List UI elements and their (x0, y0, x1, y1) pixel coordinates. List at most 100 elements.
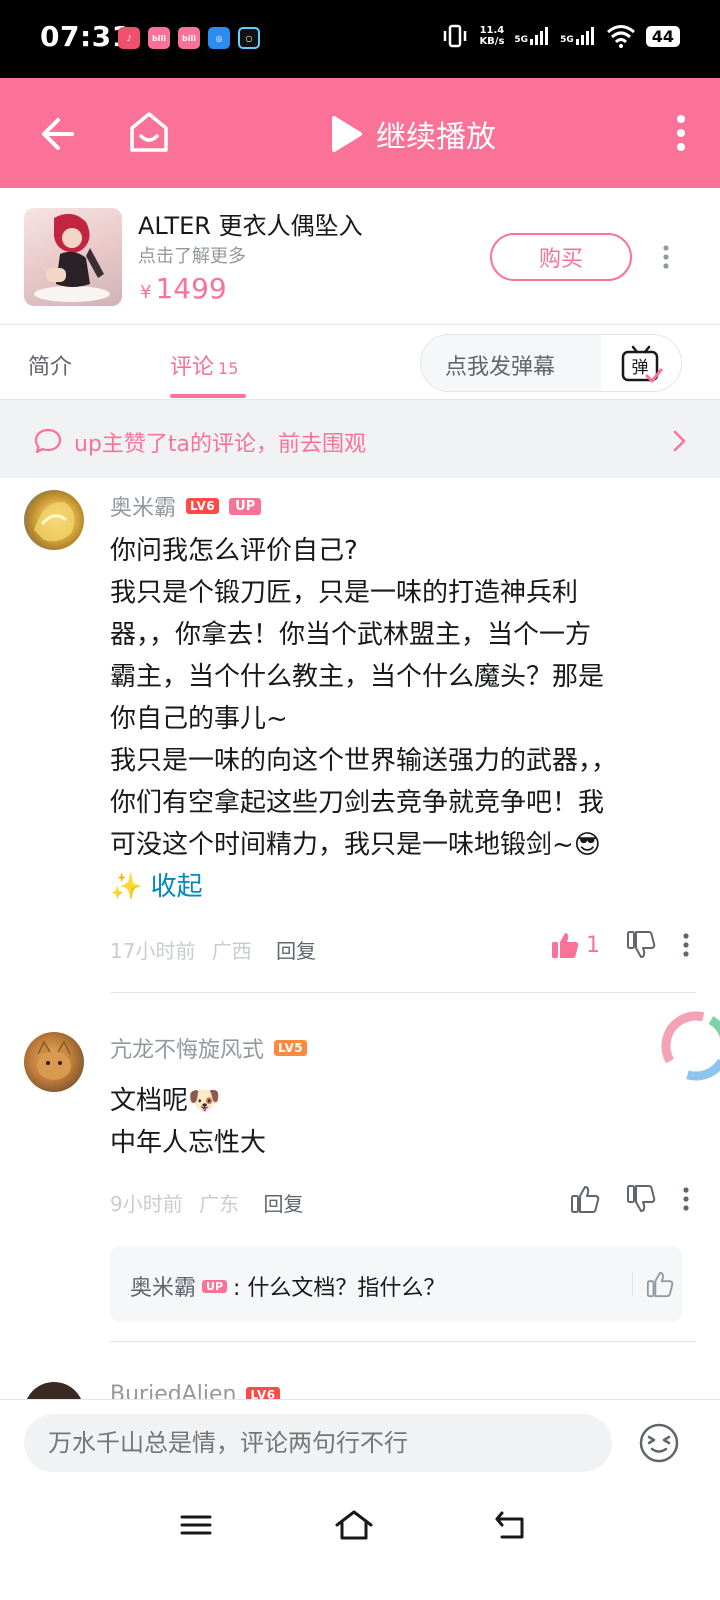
avatar-image (34, 501, 75, 542)
danmaku-input[interactable]: 点我发弹幕 弹 (420, 334, 682, 392)
comment-input-bar (0, 1399, 720, 1487)
sub-reply-text: : 什么文档？指什么？ (233, 1276, 446, 1301)
comment-divider (110, 992, 696, 993)
product-subtitle: 点击了解更多 (138, 246, 246, 267)
product-title[interactable]: ALTER 更衣人偶坠入 (138, 206, 363, 241)
nav-back-icon[interactable] (494, 1509, 526, 1541)
comment-more-icon[interactable] (682, 1186, 690, 1212)
danmaku-placeholder: 点我发弹幕 (445, 355, 556, 380)
thumbs-up-icon[interactable] (570, 1184, 600, 1214)
buy-button[interactable]: 购买 (490, 233, 632, 281)
comment-divider (110, 1341, 696, 1342)
comment-username[interactable]: BuriedAlien LV6 (110, 1382, 280, 1399)
back-arrow-icon[interactable] (36, 114, 76, 154)
battery-indicator: 44 (645, 25, 680, 47)
more-vertical-icon[interactable] (676, 114, 686, 152)
avatar-image (37, 1040, 71, 1080)
comment-item: 亢龙不悔旋风式 LV5 文档呢🐶 中年人忘性大 9小时前 广东 回复 奥米霸 U… (0, 1020, 720, 1342)
wifi-icon (606, 25, 635, 48)
avatar[interactable] (24, 1382, 84, 1399)
comment-username[interactable]: 奥米霸 LV6 UP (110, 490, 262, 522)
system-nav-bar (0, 1487, 720, 1600)
status-indicators: 11.4 KB/s 5G 5G 44 (441, 22, 680, 50)
thumbs-down-icon[interactable] (626, 930, 656, 960)
comment-line: 我只是一味的向这个世界输送强力的武器，， (110, 746, 618, 776)
comment-text[interactable]: 文档呢🐶 中年人忘性大 (110, 1080, 690, 1164)
collapse-link[interactable]: 收起 (151, 872, 203, 902)
comment-line: 可没这个时间精力，我只是一味地锻剑~😎 (110, 830, 601, 860)
sub-reply-thumbs-up-icon[interactable] (646, 1270, 674, 1298)
comment-text[interactable]: 你问我怎么评价自己? 我只是个锻刀匠，只是一味的打造神兵利 器，，你拿去！你当个… (110, 530, 690, 908)
comment-more-icon[interactable] (682, 932, 690, 958)
menu-icon[interactable] (180, 1509, 212, 1541)
level-badge: LV5 (274, 1040, 308, 1056)
sub-reply[interactable]: 奥米霸 UP : 什么文档？指什么？ (110, 1246, 682, 1322)
username-text: 奥米霸 (110, 496, 177, 521)
sub-reply-username[interactable]: 奥米霸 (130, 1270, 196, 1302)
price-value: 1499 (155, 272, 227, 305)
currency-symbol: ¥ (140, 282, 152, 303)
floating-loading-ring-icon[interactable] (656, 1006, 720, 1086)
signal-bars-icon-2 (575, 27, 594, 45)
bilibili-app-icon: bili (148, 27, 170, 49)
signal-1-label: 5G (514, 35, 529, 45)
comment-time: 9小时前 (110, 1192, 183, 1216)
danmaku-toggle-button[interactable]: 弹 (601, 335, 681, 391)
comment-line: 你们有空拿起这些刀剑去竞争就竞争吧！我 (110, 788, 605, 818)
status-bar: 07:31 ♪ bili bili ◎ ○ 11.4 KB/s 5G 5G 44 (0, 0, 720, 78)
comment-item: 奥米霸 LV6 UP 你问我怎么评价自己? 我只是个锻刀匠，只是一味的打造神兵利… (0, 478, 720, 993)
bilibili-app-icon-2: bili (178, 27, 200, 49)
net-speed-value: 11.4 (479, 25, 505, 36)
sub-reply-content: 奥米霸 UP : 什么文档？指什么？ (130, 1270, 445, 1302)
comment-actions (570, 1184, 690, 1214)
comment-last-line: ✨ 收起 (110, 866, 690, 908)
comments-count: 15 (218, 359, 239, 378)
level-badge: LV6 (246, 1386, 280, 1399)
video-top-bar: 继续播放 (0, 78, 720, 188)
chat-bubble-icon (34, 428, 62, 454)
like-button[interactable]: 1 (550, 930, 600, 960)
username-text: 亢龙不悔旋风式 (110, 1038, 265, 1063)
comment-line: 霸主，当个什么教主，当个什么魔头？那是 (110, 662, 605, 692)
comment-location: 广东 (199, 1192, 240, 1216)
emoji-icon[interactable] (638, 1422, 680, 1464)
vibrate-icon (444, 24, 467, 48)
continue-play-button[interactable]: 继续播放 (330, 112, 496, 156)
product-more-icon[interactable] (658, 244, 674, 270)
comment-item: BuriedAlien LV6 (0, 1370, 720, 1399)
thumbs-down-icon[interactable] (626, 1184, 656, 1214)
comment-actions: 1 (550, 930, 690, 960)
play-icon (332, 116, 362, 152)
net-speed: 11.4 KB/s (479, 25, 504, 47)
comment-meta: 9小时前 广东 回复 (110, 1188, 303, 1217)
up-liked-notice[interactable]: up主赞了ta的评论，前去围观 (0, 400, 720, 478)
reply-button[interactable]: 回复 (276, 939, 316, 963)
reply-button[interactable]: 回复 (263, 1192, 303, 1216)
comment-username[interactable]: 亢龙不悔旋风式 LV5 (110, 1032, 308, 1064)
sparkle-emoji: ✨ (110, 872, 143, 902)
tab-intro[interactable]: 简介 (28, 349, 72, 381)
comment-input[interactable] (24, 1414, 612, 1472)
home-icon[interactable] (128, 110, 170, 154)
avatar[interactable] (24, 1032, 84, 1092)
avatar[interactable] (24, 490, 84, 550)
browser-app-icon: ◎ (208, 27, 230, 49)
status-app-icons: ♪ bili bili ◎ ○ (118, 27, 260, 49)
username-text: BuriedAlien (110, 1382, 237, 1399)
up-badge: UP (202, 1279, 228, 1293)
product-card[interactable]: ALTER 更衣人偶坠入 点击了解更多 ¥1499 购买 (0, 188, 720, 325)
tab-comments[interactable]: 评论 15 (170, 349, 238, 381)
comment-location: 广西 (211, 939, 252, 963)
product-price: ¥1499 (140, 272, 227, 305)
thumbs-up-filled-icon (552, 933, 579, 958)
product-thumbnail[interactable] (24, 208, 122, 306)
comment-line: 我只是个锻刀匠，只是一味的打造神兵利 (110, 578, 579, 608)
danmaku-tv-icon: 弹 (621, 345, 663, 383)
continue-play-label: 继续播放 (376, 120, 496, 155)
signal-2: 5G (560, 27, 596, 45)
tab-comments-label: 评论 (170, 355, 215, 380)
tab-bar: 简介 评论 15 点我发弹幕 弹 (0, 325, 720, 400)
like-count: 1 (586, 932, 600, 958)
nav-home-icon[interactable] (334, 1509, 374, 1541)
comment-time: 17小时前 (110, 939, 196, 963)
